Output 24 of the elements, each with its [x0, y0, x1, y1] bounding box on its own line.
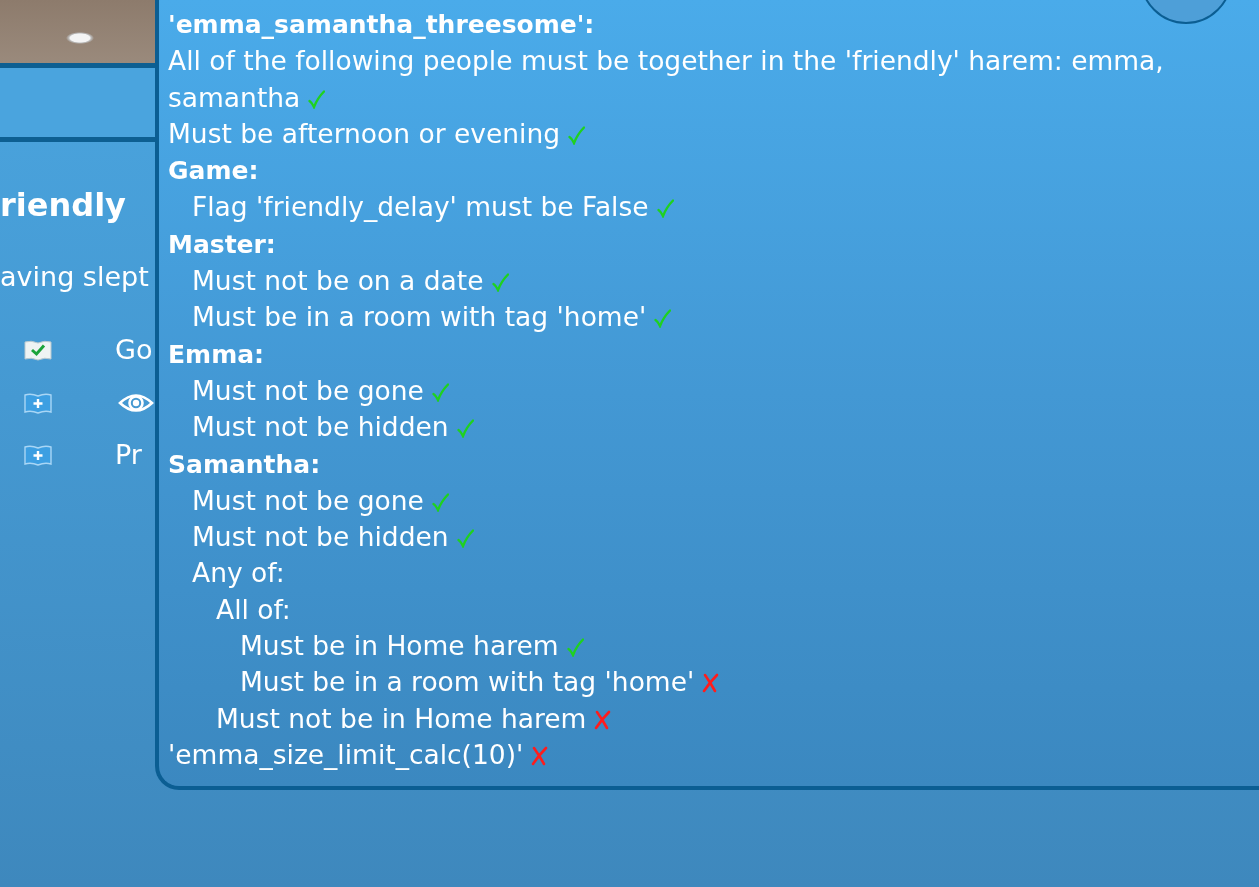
entry-label[interactable]: Go — [115, 332, 153, 369]
section-heading: Samantha: — [168, 449, 321, 479]
condition-text: Must not be hidden — [192, 411, 449, 443]
group-label: All of: — [216, 593, 291, 625]
entry-label[interactable]: Pr — [115, 437, 142, 474]
condition-text: Must not be hidden — [192, 521, 449, 553]
condition-text: Must be in a room with tag 'home' — [240, 666, 695, 698]
condition-text: Flag 'friendly_delay' must be False — [192, 191, 649, 223]
section-heading: Master: — [168, 229, 276, 259]
section-heading: Game: — [168, 156, 259, 186]
condition-text: Must be afternoon or evening — [168, 117, 561, 149]
condition-text: Must be in a room with tag 'home' — [192, 301, 647, 333]
page-title: riendly — [0, 185, 126, 226]
subtitle-text: aving slept — [0, 260, 149, 294]
condition-text: Must not be on a date — [192, 265, 484, 297]
group-label: Any of: — [192, 557, 285, 589]
condition-text: Must not be in Home harem — [216, 702, 587, 734]
condition-text: 'emma_size_limit_calc(10)' — [168, 738, 524, 770]
condition-text: Must not be gone — [192, 484, 424, 516]
condition-text: All of the following people must be together in the 'friendly' harem: emma, samantha — [168, 45, 1164, 113]
tooltip-title: 'emma_samantha_threesome': — [168, 9, 596, 41]
section-heading: Emma: — [168, 339, 265, 369]
condition-text: Must be in Home harem — [240, 630, 559, 662]
condition-text: Must not be gone — [192, 374, 424, 406]
